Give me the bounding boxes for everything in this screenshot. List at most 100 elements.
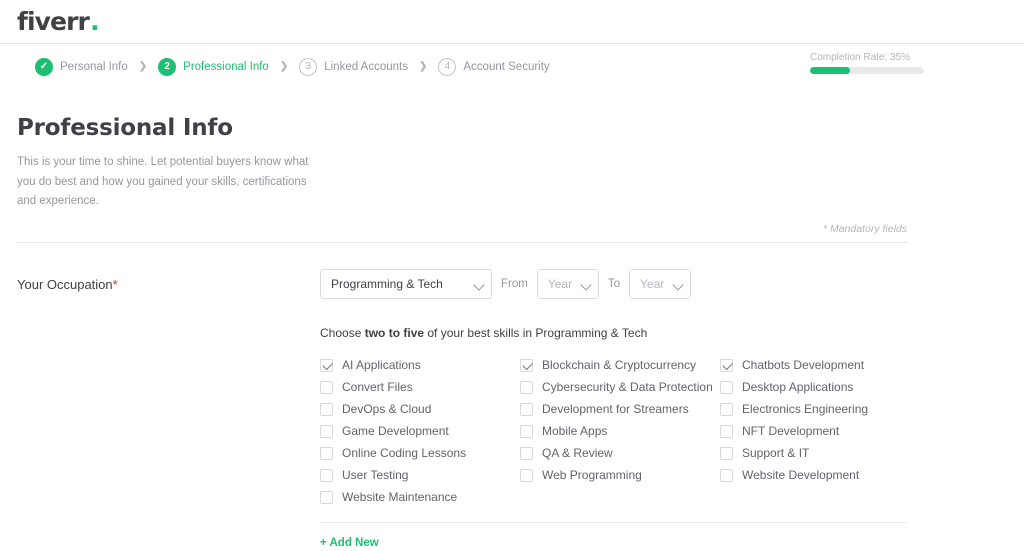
skill-label: Chatbots Development [742,358,865,373]
to-year-value: Year [640,277,665,292]
stepper-separator-icon: ❯ [418,61,428,72]
skill-label: Development for Streamers [542,402,689,417]
skill-label: DevOps & Cloud [342,402,432,417]
from-year-value: Year [547,277,573,292]
stepper-step-label: Personal Info [60,60,128,73]
required-asterisk: * [112,277,118,293]
skills-checkbox-grid: AI Applications Convert Files DevOps & Clo… [320,354,1007,508]
skill-checkbox-item[interactable]: User Testing [320,464,520,486]
checkbox-unchecked-icon[interactable] [520,468,533,482]
checkbox-unchecked-icon[interactable] [520,424,533,438]
checkbox-unchecked-icon[interactable] [720,446,733,460]
stepper-step-professional-info[interactable]: 2 Professional Info [158,57,269,76]
skill-label: Blockchain & Cryptocurrency [542,358,697,373]
skill-checkbox-item[interactable]: Cybersecurity & Data Protection [520,376,720,398]
skill-checkbox-item[interactable]: Development for Streamers [520,398,720,420]
chevron-down-icon [580,279,592,291]
skill-label: Support & IT [742,446,810,461]
fiverr-logo[interactable]: fiverr . [17,9,99,34]
checkbox-unchecked-icon[interactable] [720,424,733,438]
checkbox-unchecked-icon[interactable] [720,468,733,482]
skill-checkbox-item[interactable]: Electronics Engineering [720,398,920,420]
section-divider [17,242,907,244]
occupation-select-row: Programming & Tech From Year To Year [320,269,1007,300]
checkbox-unchecked-icon[interactable] [720,402,733,416]
occupation-field-label: Your Occupation* [17,269,320,292]
skill-checkbox-item[interactable]: Website Maintenance [320,486,520,508]
skill-label: Website Maintenance [342,490,458,505]
logo-dot-icon: . [89,7,99,36]
checkbox-unchecked-icon[interactable] [320,402,333,416]
from-label: From [501,278,528,291]
onboarding-progress-header: ✓ Personal Info ❯ 2 Professional Info ❯ … [0,44,1024,89]
skill-checkbox-item[interactable]: Support & IT [720,442,920,464]
skill-checkbox-item[interactable]: Convert Files [320,376,520,398]
checkbox-unchecked-icon[interactable] [320,468,333,482]
stepper-separator-icon: ❯ [138,61,148,72]
skill-label: Electronics Engineering [742,402,869,417]
skills-column: Chatbots Development Desktop Applications… [720,354,920,508]
skill-checkbox-item[interactable]: NFT Development [720,420,920,442]
checkbox-unchecked-icon[interactable] [320,446,333,460]
page-content: Professional Info This is your time to s… [0,115,1024,551]
chevron-down-icon [672,279,684,291]
occupation-section: Your Occupation* Programming & Tech From… [17,269,1007,551]
step-number-badge: 3 [299,57,318,76]
skill-checkbox-item[interactable]: DevOps & Cloud [320,398,520,420]
occupation-to-year-select[interactable]: Year [629,269,691,300]
skill-label: Mobile Apps [542,424,608,439]
stepper-step-label: Linked Accounts [324,60,408,73]
skill-checkbox-item[interactable]: Desktop Applications [720,376,920,398]
chevron-down-icon [473,279,485,291]
skills-column: AI Applications Convert Files DevOps & Clo… [320,354,520,508]
skill-checkbox-item[interactable]: Web Programming [520,464,720,486]
skill-checkbox-item[interactable]: Website Development [720,464,920,486]
stepper-step-personal-info[interactable]: ✓ Personal Info [35,57,128,76]
skill-checkbox-item[interactable]: Blockchain & Cryptocurrency [520,354,720,376]
checkbox-unchecked-icon[interactable] [320,424,333,438]
stepper-step-account-security[interactable]: 4 Account Security [438,57,550,76]
stepper-step-label: Account Security [463,60,550,73]
to-label: To [607,278,620,291]
skill-checkbox-item[interactable]: Mobile Apps [520,420,720,442]
stepper-separator-icon: ❯ [279,61,289,72]
stepper: ✓ Personal Info ❯ 2 Professional Info ❯ … [35,57,550,76]
skill-checkbox-item[interactable]: QA & Review [520,442,720,464]
skills-hint-emphasis: two to five [364,326,425,341]
completion-progress-bar [810,67,924,74]
checkbox-unchecked-icon[interactable] [320,380,333,394]
checkbox-unchecked-icon[interactable] [520,446,533,460]
skill-label: Web Programming [542,468,642,483]
stepper-step-linked-accounts[interactable]: 3 Linked Accounts [299,57,408,76]
occupation-category-select[interactable]: Programming & Tech [320,269,492,300]
skill-label: AI Applications [342,358,421,373]
skill-label: Game Development [342,424,449,439]
checkbox-unchecked-icon[interactable] [320,490,333,504]
skill-label: Cybersecurity & Data Protection [542,380,713,395]
skill-label: Online Coding Lessons [342,446,467,461]
checkbox-checked-icon[interactable] [320,358,333,372]
skill-checkbox-item[interactable]: Online Coding Lessons [320,442,520,464]
occupation-from-year-select[interactable]: Year [536,269,599,300]
occupation-label-text: Your Occupation [17,277,113,293]
skills-instruction: Choose two to five of your best skills i… [320,326,1007,340]
step-number-badge: 4 [438,57,457,76]
skills-hint-prefix: Choose [320,326,365,341]
checkbox-checked-icon[interactable] [720,358,733,372]
stepper-step-label: Professional Info [183,60,269,73]
completion-rate-widget: Completion Rate: 35% [810,52,924,74]
skill-label: Convert Files [342,380,413,395]
occupation-controls: Programming & Tech From Year To Year Cho… [320,269,1007,551]
skill-checkbox-item[interactable]: Chatbots Development [720,354,920,376]
skill-label: Website Development [742,468,860,483]
skill-checkbox-item[interactable]: Game Development [320,420,520,442]
checkbox-unchecked-icon[interactable] [520,402,533,416]
skill-checkbox-item[interactable]: AI Applications [320,354,520,376]
page-description: This is your time to shine. Let potentia… [17,156,309,208]
checkbox-unchecked-icon[interactable] [520,380,533,394]
checkbox-checked-icon[interactable] [520,358,533,372]
checkbox-unchecked-icon[interactable] [720,380,733,394]
skill-label: NFT Development [742,424,840,439]
completion-progress-fill [810,67,850,74]
skill-label: Desktop Applications [742,380,854,395]
